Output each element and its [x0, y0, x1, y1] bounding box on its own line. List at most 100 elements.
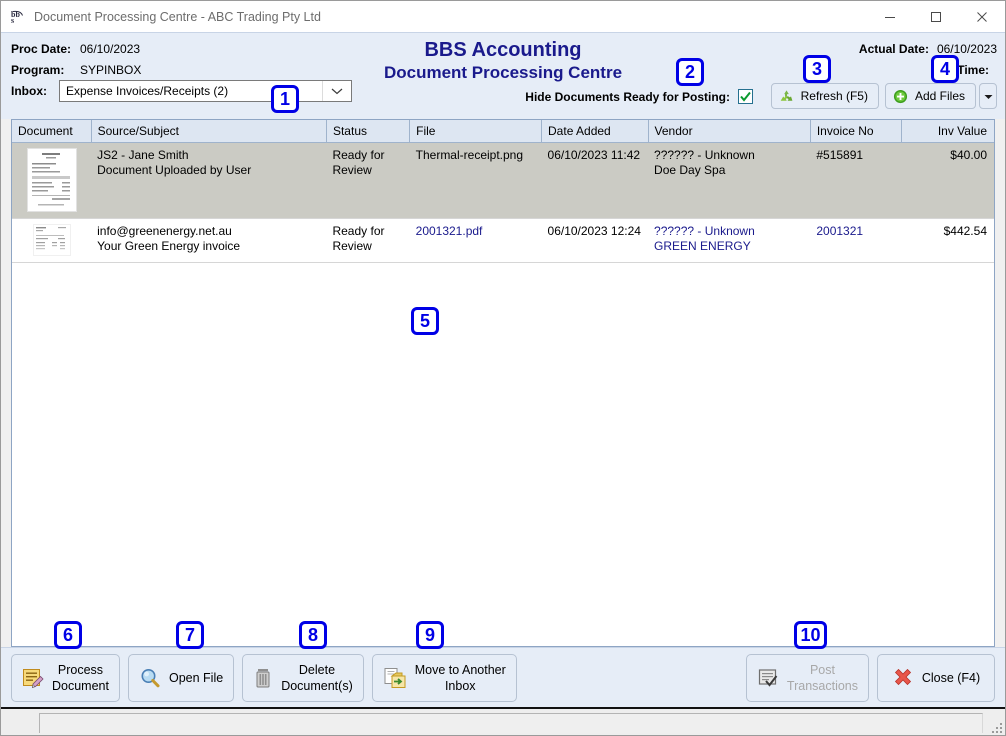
- cell-document-thumbnail[interactable]: [12, 219, 91, 263]
- plus-circle-icon: [893, 89, 908, 104]
- open-file-button-label: Open File: [169, 670, 223, 686]
- title-bar: b b s Document Processing Centre - ABC T…: [1, 1, 1005, 32]
- proc-date-row: Proc Date: 06/10/2023: [11, 38, 141, 59]
- inbox-selector-row: Inbox: Expense Invoices/Receipts (2): [11, 80, 352, 102]
- col-header-source-subject[interactable]: Source/Subject: [91, 120, 326, 143]
- file-name-link[interactable]: 2001321.pdf: [416, 224, 483, 238]
- marker-4: 4: [931, 55, 959, 83]
- vendor-line-2: GREEN ENERGY: [654, 239, 805, 254]
- cell-file: Thermal-receipt.png: [410, 143, 542, 219]
- action-button-bar: Process Document Open File: [1, 647, 1005, 707]
- minimize-icon[interactable]: [867, 1, 913, 32]
- cell-vendor: ?????? - Unknown GREEN ENERGY: [648, 219, 810, 263]
- marker-10: 10: [794, 621, 827, 649]
- delete-documents-button[interactable]: Delete Document(s): [242, 654, 364, 702]
- header-band: Proc Date: 06/10/2023 Program: SYPINBOX …: [1, 32, 1005, 119]
- maximize-icon[interactable]: [913, 1, 959, 32]
- status-line-2: Review: [332, 163, 404, 178]
- inbox-dropdown[interactable]: Expense Invoices/Receipts (2): [59, 80, 352, 102]
- magnifier-icon: [139, 667, 161, 689]
- cell-file[interactable]: 2001321.pdf: [410, 219, 542, 263]
- marker-5: 5: [411, 307, 439, 335]
- window-controls: [867, 1, 1005, 32]
- table-row[interactable]: JS2 - Jane Smith Document Uploaded by Us…: [12, 143, 994, 219]
- col-header-invoice-no[interactable]: Invoice No: [810, 120, 901, 143]
- add-files-button[interactable]: Add Files: [885, 83, 976, 109]
- chevron-down-icon[interactable]: [322, 81, 351, 101]
- process-document-button-label: Process Document: [52, 662, 109, 694]
- marker-1: 1: [271, 85, 299, 113]
- resize-grip-icon[interactable]: [988, 719, 1002, 733]
- delete-documents-button-label: Delete Document(s): [281, 662, 353, 694]
- cell-source-subject: JS2 - Jane Smith Document Uploaded by Us…: [91, 143, 326, 219]
- cell-inv-value: $40.00: [902, 143, 994, 219]
- edit-document-icon: [22, 667, 44, 689]
- cell-status: Ready for Review: [326, 219, 409, 263]
- program-label: Program:: [11, 63, 73, 77]
- refresh-button-label: Refresh (F5): [801, 89, 868, 103]
- col-header-document[interactable]: Document: [12, 120, 91, 143]
- cell-document-thumbnail[interactable]: [12, 143, 91, 219]
- vendor-line-1: ?????? - Unknown: [654, 148, 805, 163]
- app-logo-icon: b b s: [10, 9, 26, 25]
- col-header-vendor[interactable]: Vendor: [648, 120, 810, 143]
- inv-value-amount: $442.54: [944, 224, 987, 238]
- cell-vendor: ?????? - Unknown Doe Day Spa: [648, 143, 810, 219]
- document-thumbnail-icon: [27, 148, 77, 212]
- post-transactions-button[interactable]: Post Transactions: [746, 654, 869, 702]
- post-transactions-button-label: Post Transactions: [787, 662, 858, 694]
- header-right-info: Actual Date: 06/10/2023 Time:: [859, 38, 997, 80]
- hide-documents-checkbox[interactable]: [738, 89, 753, 104]
- documents-grid[interactable]: Document Source/Subject Status File Date…: [11, 119, 995, 647]
- document-thumbnail-icon: [33, 224, 71, 256]
- program-row: Program: SYPINBOX: [11, 59, 141, 80]
- marker-9: 9: [416, 621, 444, 649]
- open-file-button[interactable]: Open File: [128, 654, 234, 702]
- post-transactions-icon: [757, 667, 779, 689]
- source-line-2: Document Uploaded by User: [97, 163, 321, 178]
- marker-2: 2: [676, 58, 704, 86]
- time-label: Time:: [957, 63, 989, 77]
- col-header-status[interactable]: Status: [326, 120, 409, 143]
- vendor-line-1: ?????? - Unknown: [654, 224, 805, 239]
- chevron-down-icon: [984, 89, 993, 103]
- source-line-1: info@greenenergy.net.au: [97, 224, 321, 239]
- close-button-label: Close (F4): [922, 670, 980, 686]
- cell-status: Ready for Review: [326, 143, 409, 219]
- add-files-dropdown-button[interactable]: [979, 83, 997, 109]
- move-to-another-inbox-button-label: Move to Another Inbox: [415, 662, 506, 694]
- source-line-1: JS2 - Jane Smith: [97, 148, 321, 163]
- col-header-date-added[interactable]: Date Added: [542, 120, 649, 143]
- table-row[interactable]: info@greenenergy.net.au Your Green Energ…: [12, 219, 994, 263]
- close-button[interactable]: Close (F4): [877, 654, 995, 702]
- status-message: [39, 713, 983, 733]
- program-value: SYPINBOX: [80, 63, 141, 77]
- file-name: Thermal-receipt.png: [416, 148, 523, 162]
- hide-documents-label: Hide Documents Ready for Posting:: [525, 90, 730, 104]
- proc-date-label: Proc Date:: [11, 42, 73, 56]
- col-header-file[interactable]: File: [410, 120, 542, 143]
- page-title: BBS Accounting Document Processing Centr…: [1, 38, 1005, 83]
- date-added-value: 06/10/2023 11:42: [548, 148, 641, 162]
- source-line-2: Your Green Energy invoice: [97, 239, 321, 254]
- marker-8: 8: [299, 621, 327, 649]
- table-body: JS2 - Jane Smith Document Uploaded by Us…: [12, 143, 994, 263]
- proc-date-value: 06/10/2023: [80, 42, 140, 56]
- close-icon[interactable]: [959, 1, 1005, 32]
- cell-date-added: 06/10/2023 12:24: [542, 219, 649, 263]
- refresh-button[interactable]: Refresh (F5): [771, 83, 879, 109]
- trash-icon: [253, 667, 273, 689]
- cell-source-subject: info@greenenergy.net.au Your Green Energ…: [91, 219, 326, 263]
- cell-date-added: 06/10/2023 11:42: [542, 143, 649, 219]
- actual-date-label: Actual Date:: [859, 42, 929, 56]
- move-to-another-inbox-button[interactable]: Move to Another Inbox: [372, 654, 517, 702]
- status-line-2: Review: [332, 239, 404, 254]
- col-header-inv-value[interactable]: Inv Value: [902, 120, 994, 143]
- status-line-1: Ready for: [332, 224, 404, 239]
- inv-value-amount: $40.00: [950, 148, 987, 162]
- move-document-icon: [383, 667, 407, 689]
- inbox-label: Inbox:: [11, 84, 59, 98]
- process-document-button[interactable]: Process Document: [11, 654, 120, 702]
- window-title: Document Processing Centre - ABC Trading…: [34, 10, 321, 24]
- add-files-button-label: Add Files: [915, 89, 965, 103]
